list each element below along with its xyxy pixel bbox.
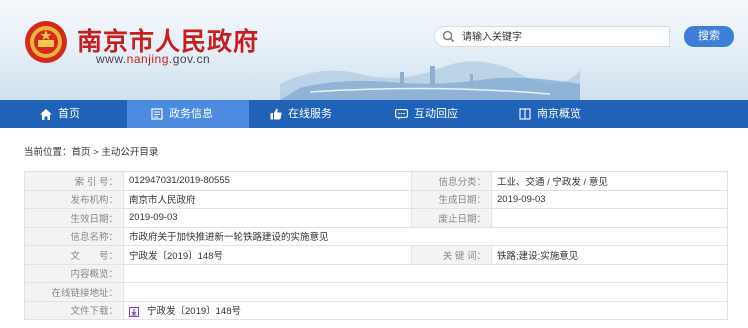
table-row: 生效日期： 2019-09-03 废止日期： <box>24 208 728 228</box>
info-table: 索 引 号： 012947031/2019-80555 信息分类： 工业、交通 … <box>24 171 728 320</box>
nav-item-gov-info[interactable]: 政务信息 <box>127 100 249 128</box>
nav-item-label: 南京概览 <box>537 108 581 120</box>
download-cell: 宁政发〔2019〕148号 <box>123 300 728 320</box>
effective-date-value: 2019-09-03 <box>123 208 412 228</box>
table-row: 发布机构： 南京市人民政府 生成日期： 2019-09-03 <box>24 189 728 209</box>
repeal-date-value <box>491 208 728 228</box>
nav-item-label: 在线服务 <box>288 108 332 120</box>
search-input[interactable] <box>462 29 662 45</box>
publisher-label: 发布机构： <box>24 189 124 209</box>
title-label: 信息名称： <box>24 226 124 246</box>
nav-item-label: 互动回应 <box>414 108 458 120</box>
domain-suffix: .gov.cn <box>168 52 211 66</box>
doc-number-label: 文 号： <box>24 245 124 265</box>
index-value: 012947031/2019-80555 <box>123 171 412 191</box>
main-nav: 首页 政务信息 在线服务 互动回应 南京概览 <box>0 100 748 128</box>
book-icon <box>519 108 531 120</box>
download-icon[interactable] <box>129 306 139 317</box>
national-emblem-logo <box>25 21 67 63</box>
domain-prefix: www. <box>96 52 127 66</box>
site-header: 南京市人民政府 www.nanjing.gov.cn 搜索 <box>0 0 748 100</box>
nav-item-label: 首页 <box>58 108 80 120</box>
category-label: 信息分类： <box>411 171 492 191</box>
table-row: 文件下载： 宁政发〔2019〕148号 <box>24 300 728 320</box>
index-label: 索 引 号： <box>24 171 124 191</box>
chat-icon <box>395 108 408 120</box>
doc-number-value: 宁政发〔2019〕148号 <box>123 245 412 265</box>
table-row: 文 号： 宁政发〔2019〕148号 关 键 词： 铁路;建设;实施意见 <box>24 245 728 265</box>
publisher-value: 南京市人民政府 <box>123 189 412 209</box>
download-label: 文件下载： <box>24 300 124 320</box>
nav-item-label: 政务信息 <box>169 108 213 120</box>
category-value: 工业、交通 / 宁政发 / 意见 <box>491 171 728 191</box>
keywords-label: 关 键 词： <box>411 245 492 265</box>
created-date-value: 2019-09-03 <box>491 189 728 209</box>
summary-value <box>123 263 728 283</box>
repeal-date-label: 废止日期： <box>411 208 492 228</box>
home-icon <box>40 108 52 120</box>
online-link-label: 在线链接地址： <box>24 282 124 302</box>
search-icon <box>442 30 455 43</box>
nav-item-interaction[interactable]: 互动回应 <box>395 100 458 128</box>
thumbs-up-icon <box>270 108 282 120</box>
table-row: 内容概览： <box>24 263 728 283</box>
keywords-value: 铁路;建设;实施意见 <box>491 245 728 265</box>
city-skyline-banner <box>280 61 580 100</box>
title-value: 市政府关于加快推进新一轮铁路建设的实施意见 <box>123 226 728 246</box>
download-link[interactable]: 宁政发〔2019〕148号 <box>147 306 241 317</box>
search-box[interactable] <box>434 26 670 47</box>
document-icon <box>151 108 163 120</box>
breadcrumb: 当前位置：首页 > 主动公开目录 <box>24 147 159 158</box>
nav-item-home[interactable]: 首页 <box>40 100 80 128</box>
nav-item-online-service[interactable]: 在线服务 <box>270 100 332 128</box>
table-row: 信息名称： 市政府关于加快推进新一轮铁路建设的实施意见 <box>24 226 728 246</box>
table-row: 在线链接地址： <box>24 282 728 302</box>
site-domain: www.nanjing.gov.cn <box>96 52 210 66</box>
search-button[interactable]: 搜索 <box>684 26 734 47</box>
table-row: 索 引 号： 012947031/2019-80555 信息分类： 工业、交通 … <box>24 171 728 191</box>
nav-item-nanjing-overview[interactable]: 南京概览 <box>519 100 581 128</box>
online-link-value[interactable] <box>123 282 728 302</box>
effective-date-label: 生效日期： <box>24 208 124 228</box>
created-date-label: 生成日期： <box>411 189 492 209</box>
summary-label: 内容概览： <box>24 263 124 283</box>
domain-highlight: nanjing <box>126 52 169 66</box>
